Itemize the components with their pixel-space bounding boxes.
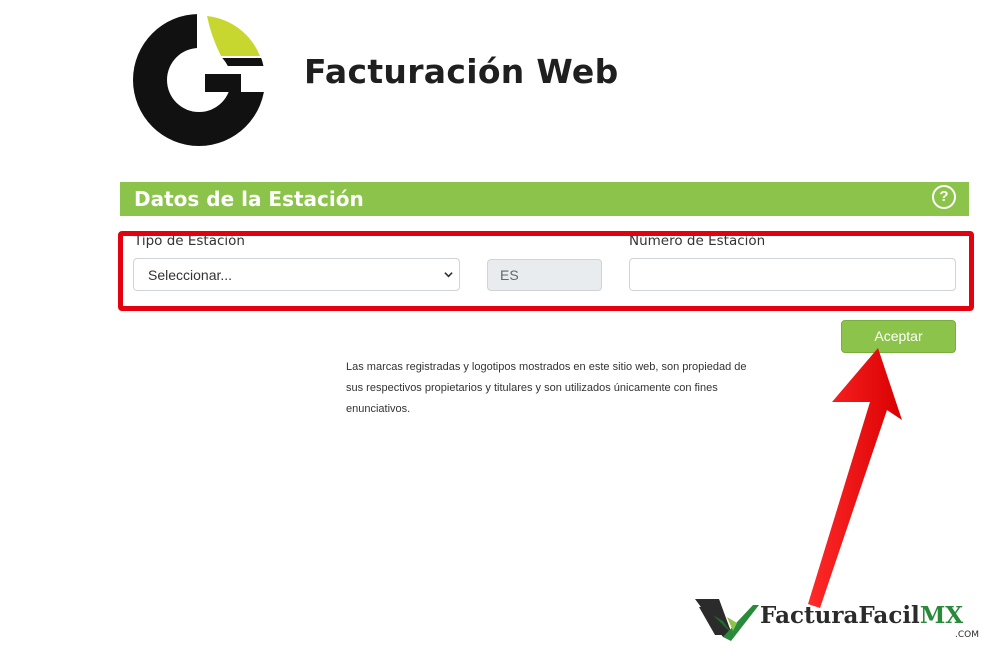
facturafacil-logo-icon <box>695 599 759 641</box>
section-header: Datos de la Estación ? <box>120 182 969 216</box>
facturafacil-watermark: FacturaFacilMX .COM <box>693 597 993 647</box>
watermark-suffix: .COM <box>955 630 979 640</box>
watermark-text: FacturaFacilMX <box>760 602 963 629</box>
brand-logo <box>133 14 265 146</box>
highlight-box <box>118 231 974 311</box>
section-title: Datos de la Estación <box>134 187 364 211</box>
help-icon[interactable]: ? <box>932 185 956 209</box>
app-title: Facturación Web <box>304 52 619 91</box>
disclaimer-text: Las marcas registradas y logotipos mostr… <box>346 361 747 415</box>
watermark-main: FacturaFacil <box>760 602 920 629</box>
watermark-accent: MX <box>919 602 964 629</box>
red-arrow-annotation <box>808 348 902 608</box>
